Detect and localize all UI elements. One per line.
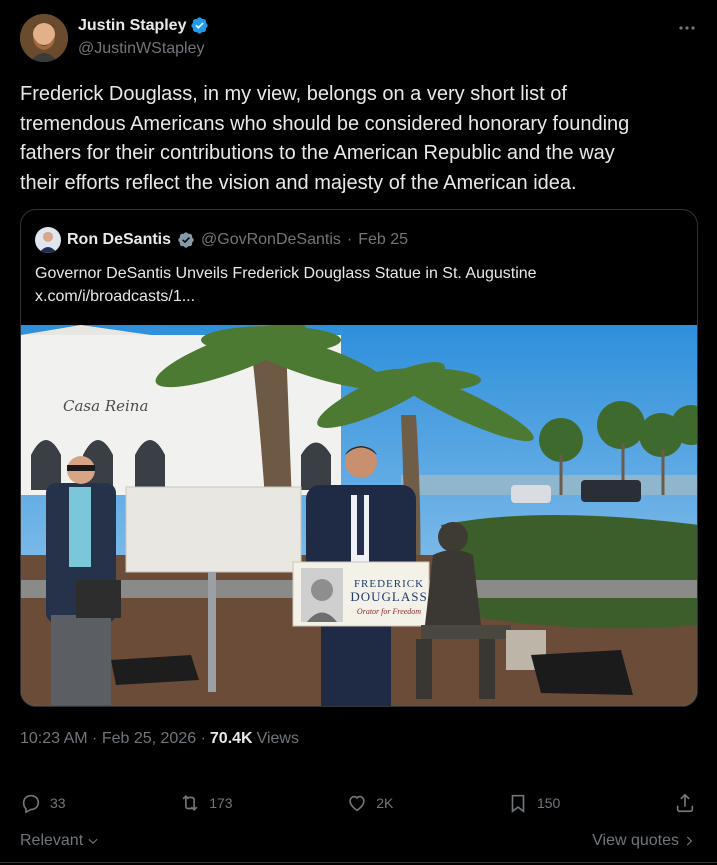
reply-button[interactable]: 33 xyxy=(20,792,66,814)
quoted-media-image[interactable]: FREDERICK DOUGLASS Orator for Freedom Ca… xyxy=(21,322,697,706)
verified-badge-icon xyxy=(191,17,209,34)
repost-icon xyxy=(182,794,198,812)
quoted-tweet-header: Ron DeSantis @GovRonDeSantis · Feb 25 xyxy=(35,227,408,253)
heart-icon xyxy=(349,795,365,812)
view-quotes-link[interactable]: View quotes xyxy=(592,832,696,850)
podium-sign-line3: Orator for Freedom xyxy=(357,607,421,616)
podium-sign-line2: DOUGLASS xyxy=(350,589,427,604)
quoted-tweet[interactable]: Ron DeSantis @GovRonDeSantis · Feb 25 Go… xyxy=(20,209,698,707)
tweet-timestamp[interactable]: 10:23 AM · Feb 25, 2026 · xyxy=(20,730,206,748)
like-button[interactable]: 2K xyxy=(346,792,393,814)
divider xyxy=(0,862,717,863)
quoted-date[interactable]: Feb 25 xyxy=(358,231,408,249)
author-handle[interactable]: @JustinWStapley xyxy=(78,40,205,58)
quoted-separator: · xyxy=(346,231,353,248)
action-bar: 33 173 2K 150 xyxy=(20,778,696,828)
quoted-author-avatar[interactable] xyxy=(35,227,61,253)
like-count: 2K xyxy=(376,795,394,811)
chevron-down-icon xyxy=(88,838,98,845)
quoted-author-name[interactable]: Ron DeSantis xyxy=(67,231,171,249)
bookmark-count: 150 xyxy=(536,795,561,811)
relevant-label: Relevant xyxy=(20,832,84,849)
reply-icon xyxy=(22,794,40,814)
share-icon xyxy=(676,793,694,813)
more-options-icon[interactable] xyxy=(678,18,696,34)
author-name[interactable]: Justin Stapley xyxy=(78,17,186,35)
tweet-meta: 10:23 AM · Feb 25, 2026 · 70.4K Views xyxy=(20,730,299,748)
repost-button[interactable]: 173 xyxy=(179,792,233,814)
tweet-text: Frederick Douglass, in my view, belongs … xyxy=(20,83,630,194)
share-button[interactable] xyxy=(674,792,696,814)
tweet-header: Justin Stapley @JustinWStapley xyxy=(20,14,700,64)
chevron-right-icon xyxy=(686,836,693,846)
quoted-author-handle[interactable]: @GovRonDeSantis xyxy=(201,231,341,249)
repost-count: 173 xyxy=(209,795,233,811)
view-quotes-label: View quotes xyxy=(592,832,679,849)
building-sign: Casa Reina xyxy=(63,397,148,415)
tweet-footer: Relevant View quotes xyxy=(20,828,696,854)
author-avatar[interactable] xyxy=(20,14,68,62)
reply-count: 33 xyxy=(50,795,66,811)
bookmark-button[interactable]: 150 xyxy=(507,792,560,814)
author-name-row: Justin Stapley xyxy=(78,16,209,35)
views-count: 70.4K xyxy=(209,730,253,747)
quoted-verified-badge-icon xyxy=(178,232,194,248)
sort-relevant-dropdown[interactable]: Relevant xyxy=(20,832,100,850)
quoted-tweet-text: Governor DeSantis Unveils Frederick Doug… xyxy=(35,265,537,305)
bookmark-icon xyxy=(511,794,525,813)
views-label: Views xyxy=(256,730,299,747)
